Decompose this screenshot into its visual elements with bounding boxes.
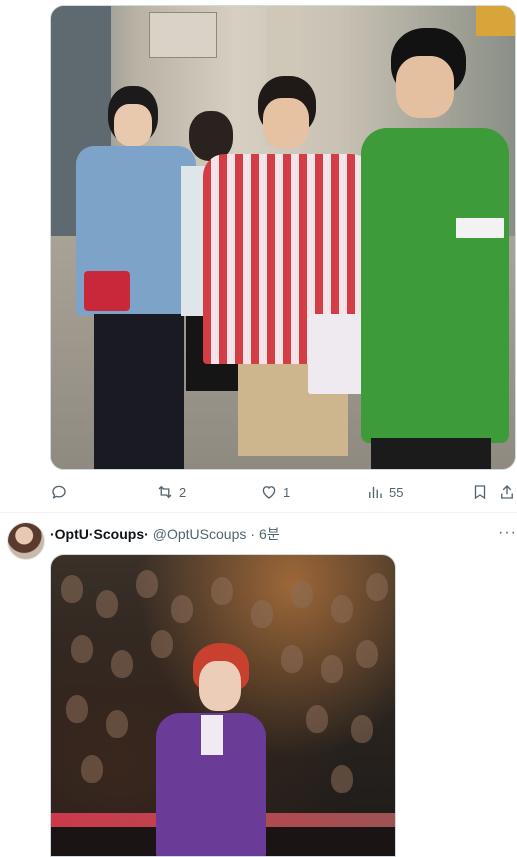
author-display-name[interactable]: ·OptU·Scoups· — [50, 526, 149, 542]
share-button[interactable] — [498, 483, 516, 501]
person-denim-shirt — [76, 86, 196, 469]
post-timestamp[interactable]: 6분 — [259, 524, 280, 544]
retweet-icon — [158, 485, 172, 499]
bookmark-button[interactable] — [471, 483, 489, 501]
post1-action-bar: 2 1 55 — [50, 480, 516, 504]
analytics-icon — [369, 486, 382, 498]
avatar[interactable] — [7, 522, 45, 560]
post-divider — [0, 512, 517, 513]
like-count: 1 — [283, 484, 291, 500]
post-image-concert[interactable] — [50, 554, 396, 857]
view-count: 55 — [389, 484, 404, 500]
reply-icon — [52, 485, 66, 499]
heart-icon — [262, 486, 276, 499]
reply-button[interactable] — [50, 483, 73, 501]
views-button[interactable]: 55 — [366, 483, 403, 501]
share-icon — [501, 485, 513, 499]
retweet-button[interactable]: 2 — [156, 483, 186, 501]
post-image-group-photo[interactable] — [50, 5, 516, 470]
person-plaid-shirt — [203, 76, 378, 469]
building-sign — [149, 12, 217, 58]
bookmark-icon — [474, 485, 486, 500]
person-green-vest — [351, 28, 511, 469]
like-button[interactable]: 1 — [260, 483, 290, 501]
more-options-icon[interactable]: ··· — [498, 524, 517, 542]
performer — [151, 643, 271, 856]
separator-dot: · — [250, 526, 256, 542]
post2-author-header: ·OptU·Scoups· @OptUScoups · 6분 — [50, 524, 280, 544]
author-handle[interactable]: @OptUScoups — [153, 526, 247, 542]
retweet-count: 2 — [179, 484, 187, 500]
